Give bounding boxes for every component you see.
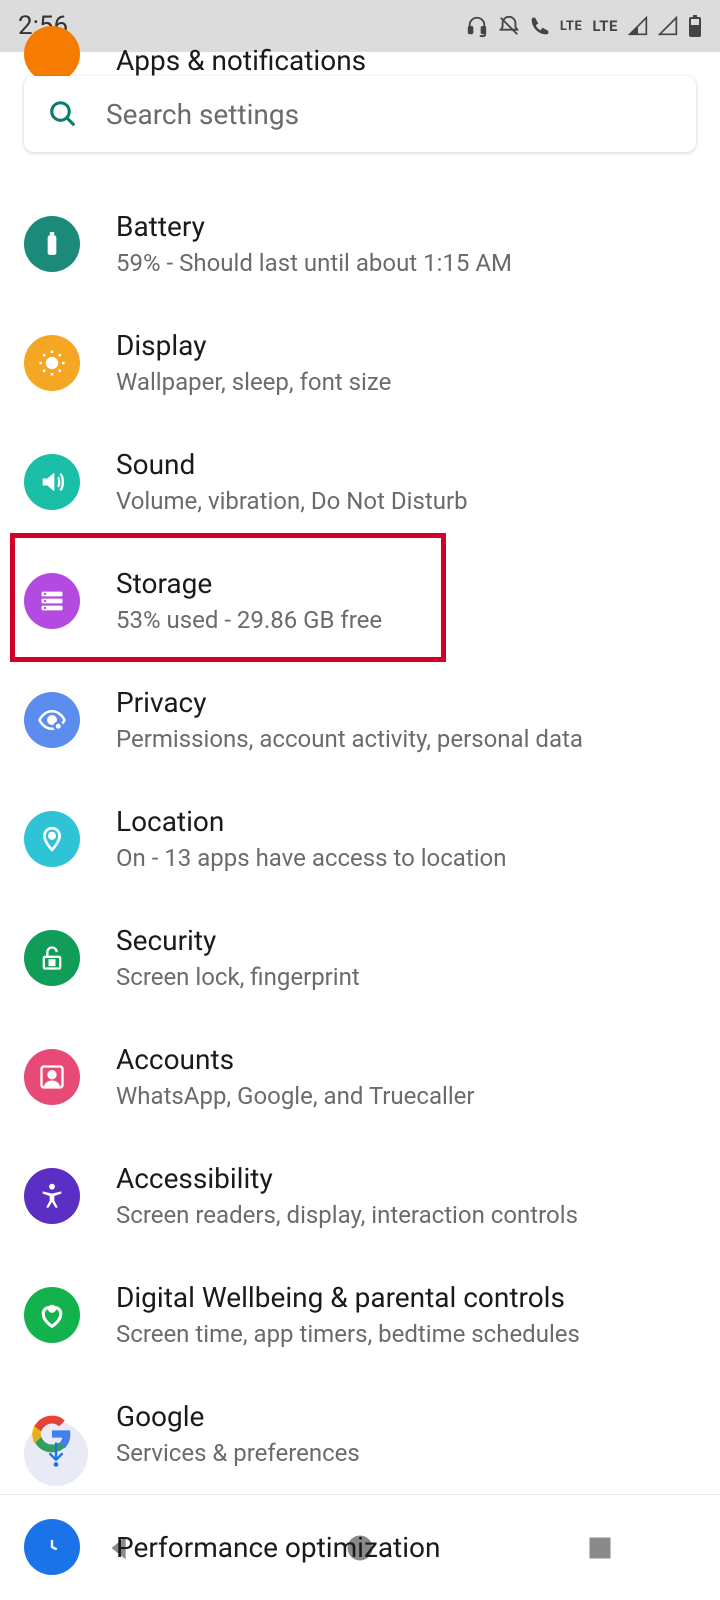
row-texts: Security Screen lock, fingerprint	[116, 924, 360, 991]
sound-icon	[24, 454, 80, 510]
row-texts: Sound Volume, vibration, Do Not Disturb	[116, 448, 468, 515]
settings-row-google[interactable]: Google Services & preferences	[0, 1374, 720, 1493]
row-texts: Privacy Permissions, account activity, pe…	[116, 686, 583, 753]
row-texts: Performance optimization	[116, 1531, 440, 1564]
row-subtitle: Screen readers, display, interaction con…	[116, 1201, 578, 1229]
row-subtitle: On - 13 apps have access to location	[116, 844, 507, 872]
row-subtitle: Volume, vibration, Do Not Disturb	[116, 487, 468, 515]
row-subtitle: 53% used - 29.86 GB free	[116, 606, 382, 634]
headset-icon	[466, 15, 488, 37]
accessibility-icon	[24, 1168, 80, 1224]
row-title: Google	[116, 1400, 360, 1433]
row-subtitle: Screen lock, fingerprint	[116, 963, 360, 991]
row-texts: Accessibility Screen readers, display, in…	[116, 1162, 578, 1229]
row-subtitle: 59% - Should last until about 1:15 AM	[116, 249, 512, 277]
assist-hint[interactable]	[24, 1422, 88, 1486]
row-title: Performance optimization	[116, 1531, 440, 1564]
settings-row-location[interactable]: Location On - 13 apps have access to loca…	[0, 779, 720, 898]
search-placeholder: Search settings	[106, 98, 299, 131]
signal-icon-1	[628, 16, 648, 36]
accounts-icon	[24, 1049, 80, 1105]
row-texts: Display Wallpaper, sleep, font size	[116, 329, 391, 396]
display-icon	[24, 335, 80, 391]
row-title: Accessibility	[116, 1162, 578, 1195]
row-title: Digital Wellbeing & parental controls	[116, 1281, 580, 1314]
settings-list[interactable]: Battery 59% - Should last until about 1:1…	[0, 184, 720, 1494]
row-title: Storage	[116, 567, 382, 600]
row-title: Location	[116, 805, 507, 838]
apps-icon	[24, 26, 80, 82]
assist-arrow-icon	[42, 1440, 70, 1468]
settings-row-display[interactable]: Display Wallpaper, sleep, font size	[0, 303, 720, 422]
volte-call-icon	[530, 16, 550, 36]
settings-row-wellbeing[interactable]: Digital Wellbeing & parental controls Scr…	[0, 1255, 720, 1374]
row-texts: Digital Wellbeing & parental controls Scr…	[116, 1281, 580, 1348]
row-title: Accounts	[116, 1043, 475, 1076]
settings-row-accounts[interactable]: Accounts WhatsApp, Google, and Truecaller	[0, 1017, 720, 1136]
row-subtitle: WhatsApp, Google, and Truecaller	[116, 1082, 475, 1110]
row-texts: Battery 59% - Should last until about 1:1…	[116, 210, 512, 277]
wellbeing-icon	[24, 1287, 80, 1343]
row-subtitle: Services & preferences	[116, 1439, 360, 1467]
settings-row-storage[interactable]: Storage 53% used - 29.86 GB free	[0, 541, 720, 660]
row-texts: Google Services & preferences	[116, 1400, 360, 1467]
settings-row-security[interactable]: Security Screen lock, fingerprint	[0, 898, 720, 1017]
row-title: Sound	[116, 448, 468, 481]
row-subtitle: Permissions, account activity, personal …	[116, 725, 583, 753]
lte-label-1: LTE	[560, 19, 582, 34]
settings-content: Apps & notifications Search settings Bat…	[0, 52, 720, 1494]
row-title: Privacy	[116, 686, 583, 719]
row-subtitle: Screen time, app timers, bedtime schedul…	[116, 1320, 580, 1348]
settings-row-battery[interactable]: Battery 59% - Should last until about 1:1…	[0, 184, 720, 303]
settings-row-privacy[interactable]: Privacy Permissions, account activity, pe…	[0, 660, 720, 779]
row-title: Battery	[116, 210, 512, 243]
settings-row-sound[interactable]: Sound Volume, vibration, Do Not Disturb	[0, 422, 720, 541]
settings-row-performance[interactable]: Performance optimization	[0, 1493, 720, 1575]
battery-status-icon	[688, 15, 702, 37]
settings-row-accessibility[interactable]: Accessibility Screen readers, display, in…	[0, 1136, 720, 1255]
storage-icon	[24, 573, 80, 629]
performance-icon	[24, 1519, 80, 1575]
row-subtitle: Wallpaper, sleep, font size	[116, 368, 391, 396]
signal-icon-2	[658, 16, 678, 36]
row-texts: Storage 53% used - 29.86 GB free	[116, 567, 382, 634]
privacy-icon	[24, 692, 80, 748]
lte-label-2: LTE	[592, 17, 618, 35]
search-icon	[48, 99, 78, 129]
apps-title: Apps & notifications	[116, 44, 366, 77]
dnd-icon	[498, 15, 520, 37]
row-texts: Location On - 13 apps have access to loca…	[116, 805, 507, 872]
security-icon	[24, 930, 80, 986]
row-title: Display	[116, 329, 391, 362]
battery-icon	[24, 216, 80, 272]
location-icon	[24, 811, 80, 867]
search-bar[interactable]: Search settings	[24, 76, 696, 152]
status-icons: LTE LTE	[466, 15, 702, 37]
row-texts: Accounts WhatsApp, Google, and Truecaller	[116, 1043, 475, 1110]
row-title: Security	[116, 924, 360, 957]
